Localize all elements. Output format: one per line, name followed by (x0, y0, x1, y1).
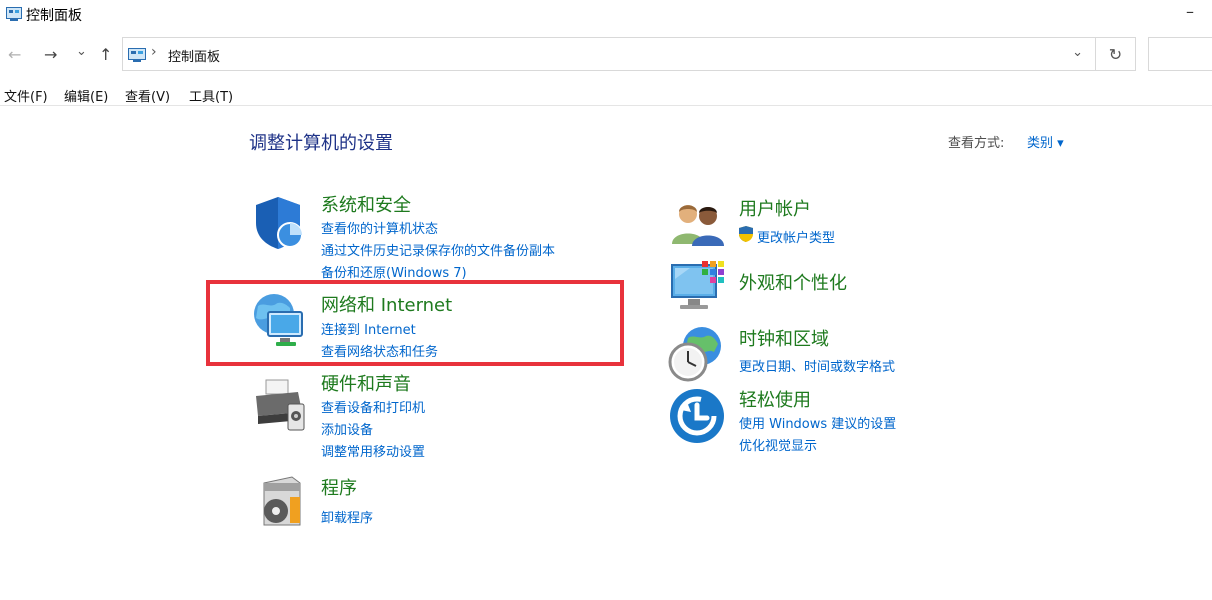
view-by-dropdown[interactable]: 类别 ▾ (1027, 132, 1064, 151)
refresh-button[interactable]: ↻ (1096, 37, 1136, 71)
title-bar: 控制面板 – (0, 0, 1212, 30)
menu-file[interactable]: 文件(F) (4, 86, 48, 105)
clock-icon[interactable] (668, 326, 724, 386)
uac-shield-icon (738, 225, 754, 247)
link-change-account-type[interactable]: 更改帐户类型 (757, 227, 835, 246)
category-title-clock-region[interactable]: 时钟和区域 (739, 325, 829, 351)
users-icon[interactable] (670, 198, 726, 250)
link-add-device[interactable]: 添加设备 (321, 419, 373, 438)
link-optimize-visual-display[interactable]: 优化视觉显示 (739, 435, 817, 454)
breadcrumb-separator: › (151, 44, 157, 60)
forward-button[interactable]: → (44, 45, 57, 64)
back-button[interactable]: ← (8, 45, 21, 64)
display-icon[interactable] (670, 259, 726, 319)
view-by-label: 查看方式: (948, 136, 1005, 151)
link-mobility-settings[interactable]: 调整常用移动设置 (321, 441, 425, 460)
recent-locations-button[interactable]: ⌄ (76, 44, 87, 59)
breadcrumb-item[interactable]: 控制面板 (168, 46, 220, 65)
link-check-computer-status[interactable]: 查看你的计算机状态 (321, 218, 438, 237)
printer-icon[interactable] (252, 378, 308, 436)
control-panel-icon (6, 6, 22, 25)
link-uninstall-program[interactable]: 卸载程序 (321, 507, 373, 526)
control-panel-icon (128, 47, 146, 66)
category-title-user-accounts[interactable]: 用户帐户 (739, 195, 811, 221)
category-title-system-security[interactable]: 系统和安全 (321, 191, 411, 217)
accessibility-icon[interactable] (669, 388, 725, 448)
search-input[interactable] (1148, 37, 1212, 71)
programs-icon[interactable] (256, 475, 304, 533)
link-file-history-backup[interactable]: 通过文件历史记录保存你的文件备份副本 (321, 240, 555, 259)
minimize-button[interactable]: – (1186, 2, 1194, 21)
highlight-box (206, 280, 624, 366)
address-dropdown-button[interactable]: ⌄ (1072, 45, 1083, 60)
category-title-programs[interactable]: 程序 (321, 474, 357, 500)
menu-edit[interactable]: 编辑(E) (64, 86, 108, 105)
category-title-hardware-sound[interactable]: 硬件和声音 (321, 370, 411, 396)
up-button[interactable]: ↑ (99, 45, 112, 64)
link-change-date-time-format[interactable]: 更改日期、时间或数字格式 (739, 356, 895, 375)
divider (0, 105, 1212, 106)
category-title-appearance[interactable]: 外观和个性化 (739, 269, 847, 295)
shield-icon[interactable] (252, 195, 308, 255)
category-title-ease-of-access[interactable]: 轻松使用 (739, 386, 811, 412)
link-recommended-settings[interactable]: 使用 Windows 建议的设置 (739, 413, 896, 432)
menu-tools[interactable]: 工具(T) (189, 86, 233, 105)
link-backup-restore[interactable]: 备份和还原(Windows 7) (321, 262, 467, 281)
address-bar[interactable]: › 控制面板 ⌄ (122, 37, 1096, 71)
page-title: 调整计算机的设置 (249, 133, 393, 154)
link-devices-printers[interactable]: 查看设备和打印机 (321, 397, 425, 416)
menu-view[interactable]: 查看(V) (125, 86, 170, 105)
window-title: 控制面板 (26, 8, 82, 24)
